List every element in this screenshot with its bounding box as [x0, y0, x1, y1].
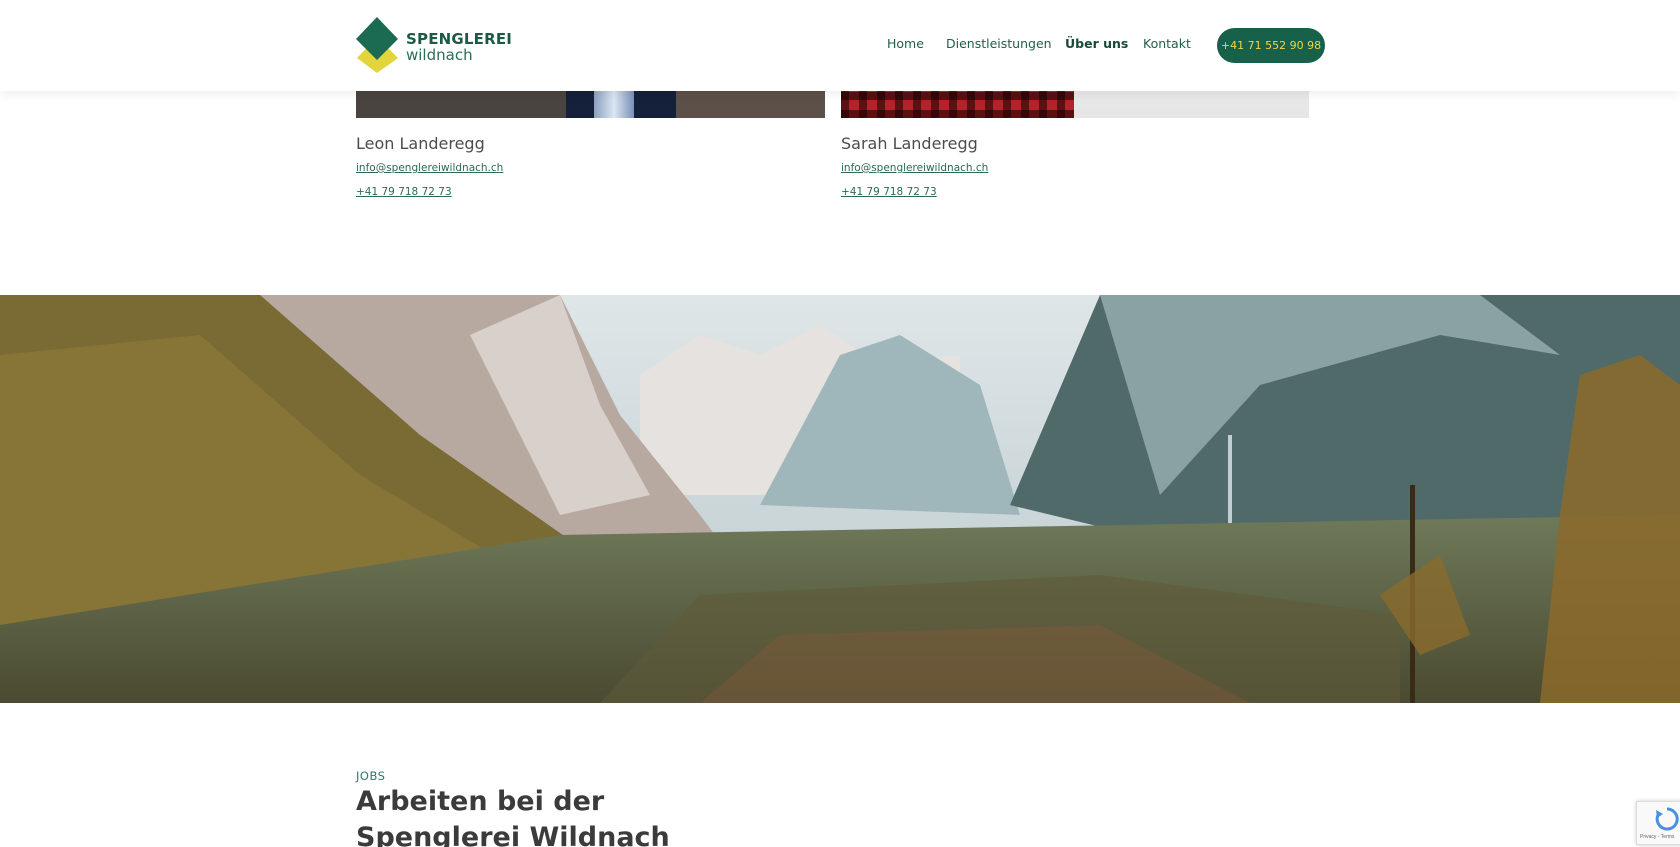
recaptcha-legal-links[interactable]: Privacy - Terms: [1640, 834, 1674, 840]
jobs-section-title: Arbeiten bei der Spenglerei Wildnach: [356, 786, 670, 847]
team-member-email-link[interactable]: info@spenglereiwildnach.ch: [841, 162, 988, 174]
phone-cta-button[interactable]: +41 71 552 90 98: [1217, 28, 1325, 63]
team-member-email-link[interactable]: info@spenglereiwildnach.ch: [356, 162, 503, 174]
recaptcha-icon: [1655, 807, 1679, 831]
nav-item-kontakt[interactable]: Kontakt: [1143, 36, 1191, 51]
team-member-phone-link[interactable]: +41 79 718 72 73: [841, 186, 937, 198]
landscape-banner-image: [0, 295, 1680, 703]
team-member-phone-link[interactable]: +41 79 718 72 73: [356, 186, 452, 198]
team-member-name: Sarah Landeregg: [841, 134, 978, 153]
recaptcha-badge[interactable]: Privacy - Terms: [1636, 801, 1680, 845]
jobs-section-kicker: JOBS: [356, 769, 386, 783]
main-nav: Home Dienstleistungen Über uns Kontakt: [0, 36, 1680, 56]
team-member-name: Leon Landeregg: [356, 134, 485, 153]
nav-item-ueber-uns[interactable]: Über uns: [1065, 36, 1128, 51]
nav-item-dienstleistungen[interactable]: Dienstleistungen: [946, 36, 1052, 51]
site-header: SPENGLEREI wildnach Home Dienstleistunge…: [0, 0, 1680, 91]
nav-item-home[interactable]: Home: [887, 36, 924, 51]
